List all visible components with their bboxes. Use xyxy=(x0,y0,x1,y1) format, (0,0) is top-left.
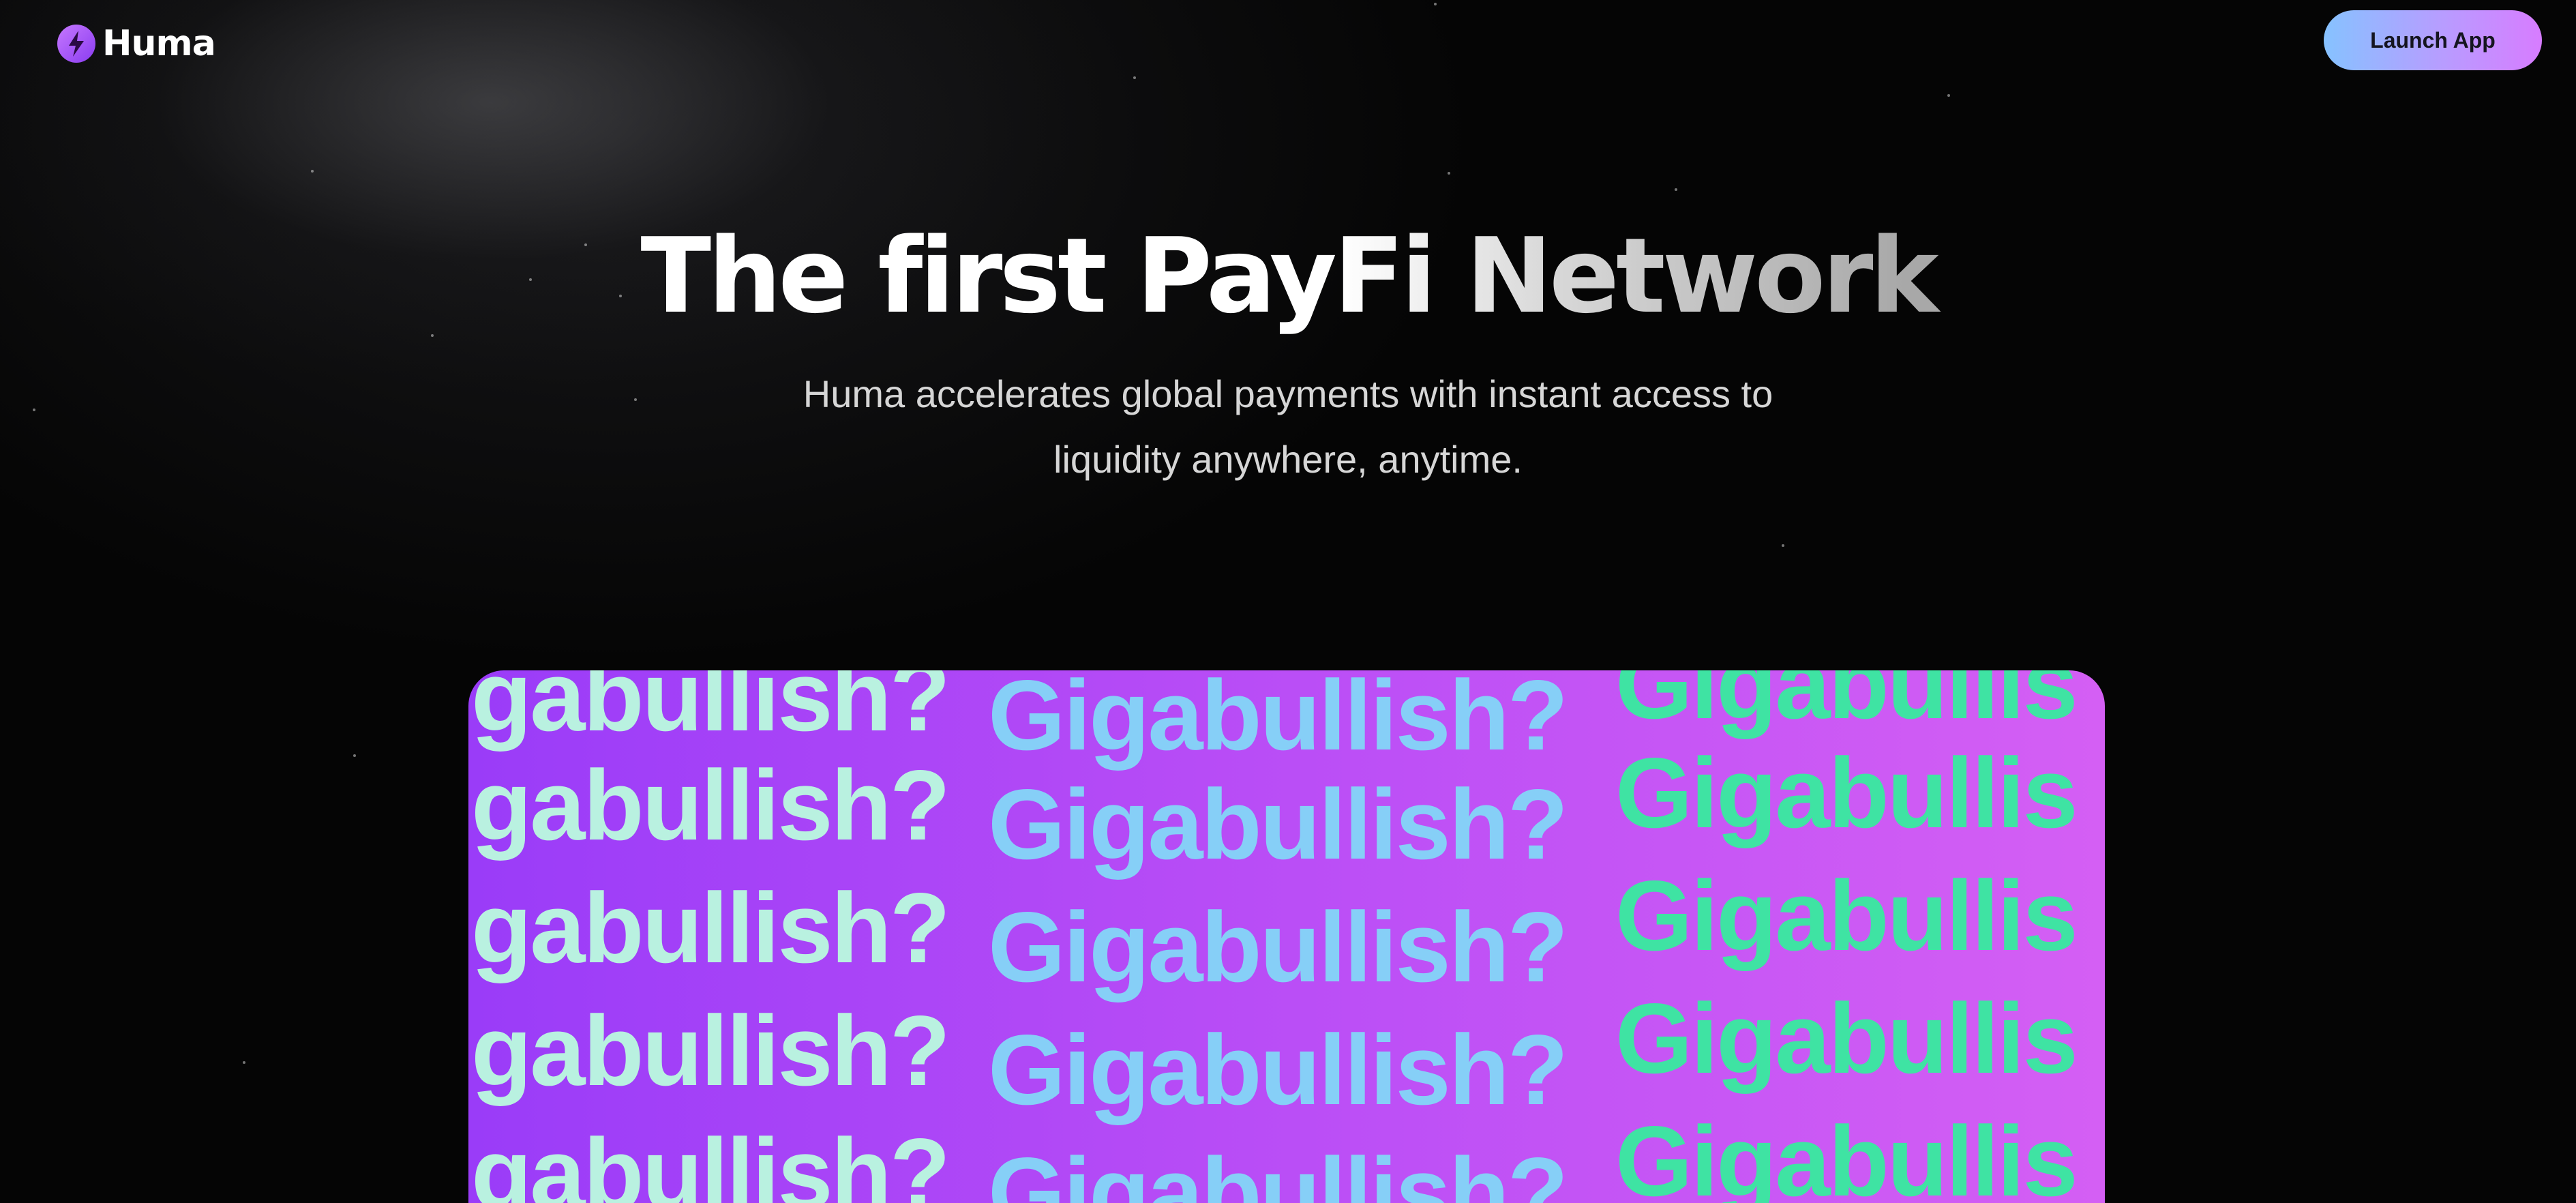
launch-app-button[interactable]: Launch App xyxy=(2324,10,2542,70)
huma-logo[interactable]: Huma xyxy=(57,23,216,64)
lightning-bolt-icon xyxy=(57,25,95,63)
banner-text: gabullish? xyxy=(471,1118,950,1203)
banner-text: Gigabullis xyxy=(1615,737,2078,848)
banner-text: gabullish? xyxy=(471,995,950,1106)
landing-page: Huma Launch App The first PayFi Network … xyxy=(0,0,2576,1203)
banner-text: gabullish? xyxy=(471,670,950,752)
banner-text: Gigabullish? xyxy=(988,769,1568,880)
banner-text: gabullish? xyxy=(471,872,950,983)
hero-subtitle: Huma accelerates global payments with in… xyxy=(674,361,1902,492)
banner-text: Gigabullish? xyxy=(988,670,1568,771)
star-decoration xyxy=(353,754,356,757)
hero-subtitle-line-2: liquidity anywhere, anytime. xyxy=(1053,438,1523,481)
banner-text: Gigabullis xyxy=(1615,983,2078,1094)
banner-text: gabullish? xyxy=(471,749,950,861)
banner-text: Gigabullis xyxy=(1615,670,2078,739)
star-decoration xyxy=(1434,3,1437,5)
star-decoration xyxy=(33,409,35,411)
banner-text: Gigabullish? xyxy=(988,891,1568,1002)
banner-text: Gigabullish? xyxy=(988,1014,1568,1125)
hero-title: The first PayFi Network xyxy=(0,208,2576,344)
hero-subtitle-line-1: Huma accelerates global payments with in… xyxy=(803,372,1773,415)
banner-text: Gigabullish? xyxy=(988,1137,1568,1203)
star-decoration xyxy=(1133,76,1136,79)
star-decoration xyxy=(1782,544,1784,547)
star-decoration xyxy=(634,398,637,401)
banner-text: Gigabullis xyxy=(1615,1105,2078,1203)
star-decoration xyxy=(1448,172,1450,175)
banner-text: Gigabullis xyxy=(1615,860,2078,971)
logo-wordmark: Huma xyxy=(102,23,216,64)
star-decoration xyxy=(311,170,314,173)
star-decoration xyxy=(243,1061,245,1064)
star-decoration xyxy=(1675,188,1677,191)
star-decoration xyxy=(1947,94,1950,97)
gigabullish-banner: gabullish? gabullish? gabullish? gabulli… xyxy=(468,670,2105,1203)
